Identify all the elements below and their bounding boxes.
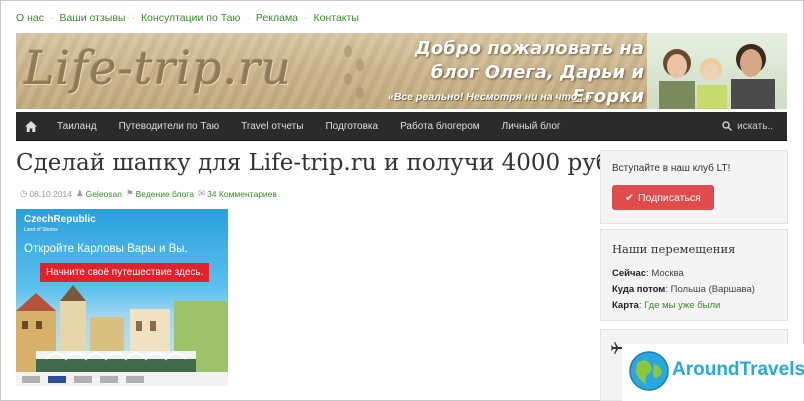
ad-footer-logos	[16, 372, 228, 386]
club-widget: Вступайте в наш клуб LT! ✔ Подписаться	[600, 150, 788, 224]
nav-item-guides[interactable]: Путеводители по Таю	[108, 112, 231, 141]
banner-tagline: «Все реально! Несмотря ни на что...»	[388, 91, 592, 103]
map-label: Карта	[612, 300, 639, 311]
aroundtravels-watermark: AroundTravels	[622, 344, 804, 401]
nav-item-thailand[interactable]: Таиланд	[46, 112, 108, 141]
ad-cta[interactable]: Начните своё путешествие здесь.	[40, 263, 210, 282]
nav-item-blogging[interactable]: Работа блогером	[389, 112, 491, 141]
divider: ·	[131, 12, 135, 24]
next-value: Польша (Варшава)	[670, 284, 755, 295]
top-links: О нас · Ваши отзывы · Консултации по Таю…	[16, 12, 359, 24]
ad-town-image	[16, 285, 228, 381]
moves-title: Наши перемещения	[612, 242, 736, 256]
top-link-reviews[interactable]: Ваши отзывы	[59, 12, 125, 24]
divider: ·	[304, 12, 308, 24]
check-icon: ✔	[625, 191, 634, 204]
top-link-about[interactable]: О нас	[16, 12, 44, 24]
ad-headline: Откройте Карловы Вары и Вы.	[24, 243, 188, 255]
moves-widget: Наши перемещения Сейчас: Москва Куда пот…	[600, 229, 788, 321]
comments-icon: ✉	[197, 188, 206, 198]
subscribe-button[interactable]: ✔ Подписаться	[612, 185, 714, 210]
top-link-consult[interactable]: Консултации по Таю	[141, 12, 240, 24]
divider: ·	[49, 12, 54, 24]
user-icon: ♟	[75, 188, 84, 198]
nav-item-personal-blog[interactable]: Личный блог	[491, 112, 572, 141]
post-meta: ◷ 08.10.2014 ♟ Geleosan ⚑ Ведение блога …	[16, 188, 277, 199]
top-link-contacts[interactable]: Контакты	[314, 12, 359, 24]
site-logo[interactable]: Life-trip.ru	[24, 41, 292, 95]
moves-next-row: Куда потом: Польша (Варшава)	[612, 284, 755, 295]
family-photo	[647, 33, 787, 109]
tag-icon: ⚑	[125, 188, 134, 198]
main-navbar: Таиланд Путеводители по Таю Travel отчет…	[16, 112, 787, 141]
map-link[interactable]: Где мы уже были	[644, 300, 720, 311]
post-comments[interactable]: 34 Комментариев	[207, 189, 277, 199]
search-input[interactable]: искать..	[737, 121, 773, 132]
ad-logo	[74, 375, 92, 383]
top-link-ads[interactable]: Реклама	[256, 12, 298, 24]
next-label: Куда потом	[612, 284, 666, 295]
ad-brand-name: CzechRepublic	[24, 214, 96, 225]
nav-home[interactable]	[16, 112, 46, 141]
site-banner[interactable]: Life-trip.ru Добро пожаловать на блог Ол…	[16, 33, 787, 109]
moves-now-row: Сейчас: Москва	[612, 268, 684, 279]
search-icon	[722, 121, 733, 131]
post-author[interactable]: Geleosan	[86, 189, 122, 199]
ad-brand-sub: Land of Stories	[24, 227, 58, 233]
now-value: Москва	[651, 268, 684, 279]
now-label: Сейчас	[612, 268, 647, 279]
ad-logo	[48, 375, 66, 383]
home-icon	[25, 120, 37, 132]
ad-logo	[126, 375, 144, 383]
post-category[interactable]: Ведение блога	[136, 189, 194, 199]
post-date: 08.10.2014	[29, 188, 72, 199]
nav-item-travel-reports[interactable]: Travel отчеты	[230, 112, 314, 141]
post-title[interactable]: Сделай шапку для Life-trip.ru и получи 4…	[16, 150, 619, 176]
globe-icon	[629, 351, 669, 391]
ad-logo	[100, 375, 118, 383]
ad-brand: CzechRepublic Land of Stories	[24, 215, 96, 235]
subscribe-label: Подписаться	[637, 191, 701, 204]
watermark-text: AroundTravels	[672, 359, 804, 380]
ad-logo	[22, 375, 40, 383]
nav-search[interactable]: искать..	[722, 121, 787, 132]
clock-icon: ◷	[20, 188, 28, 198]
welcome-line-1: Добро пожаловать на	[414, 38, 644, 59]
divider: ·	[246, 12, 250, 24]
family-photo-image	[659, 44, 775, 109]
ad-banner[interactable]: CzechRepublic Land of Stories Откройте К…	[16, 209, 228, 386]
nav-item-preparation[interactable]: Подготовка	[314, 112, 389, 141]
club-title: Вступайте в наш клуб LT!	[612, 163, 731, 174]
moves-map-row: Карта: Где мы уже были	[612, 300, 721, 311]
